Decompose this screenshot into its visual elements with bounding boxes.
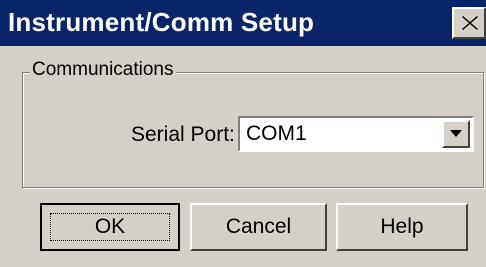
cancel-button-label: Cancel — [225, 215, 292, 238]
serial-port-dropdown-button[interactable] — [442, 120, 470, 148]
chevron-down-icon — [450, 130, 462, 137]
help-button[interactable]: Help — [336, 203, 468, 251]
window-title: Instrument/Comm Setup — [8, 7, 315, 37]
cancel-button[interactable]: Cancel — [190, 203, 327, 251]
help-button-label: Help — [380, 215, 424, 238]
serial-port-select[interactable]: COM1 — [238, 116, 474, 152]
close-icon — [462, 16, 478, 30]
communications-group-label: Communications — [30, 58, 176, 82]
dialog-window: Instrument/Comm Setup Communications Ser… — [0, 0, 486, 267]
close-button[interactable] — [452, 7, 486, 39]
serial-port-value: COM1 — [246, 122, 307, 145]
ok-button[interactable]: OK — [40, 203, 180, 251]
title-bar[interactable]: Instrument/Comm Setup — [0, 0, 486, 46]
ok-button-label: OK — [94, 215, 126, 238]
serial-port-label: Serial Port: — [131, 123, 235, 146]
